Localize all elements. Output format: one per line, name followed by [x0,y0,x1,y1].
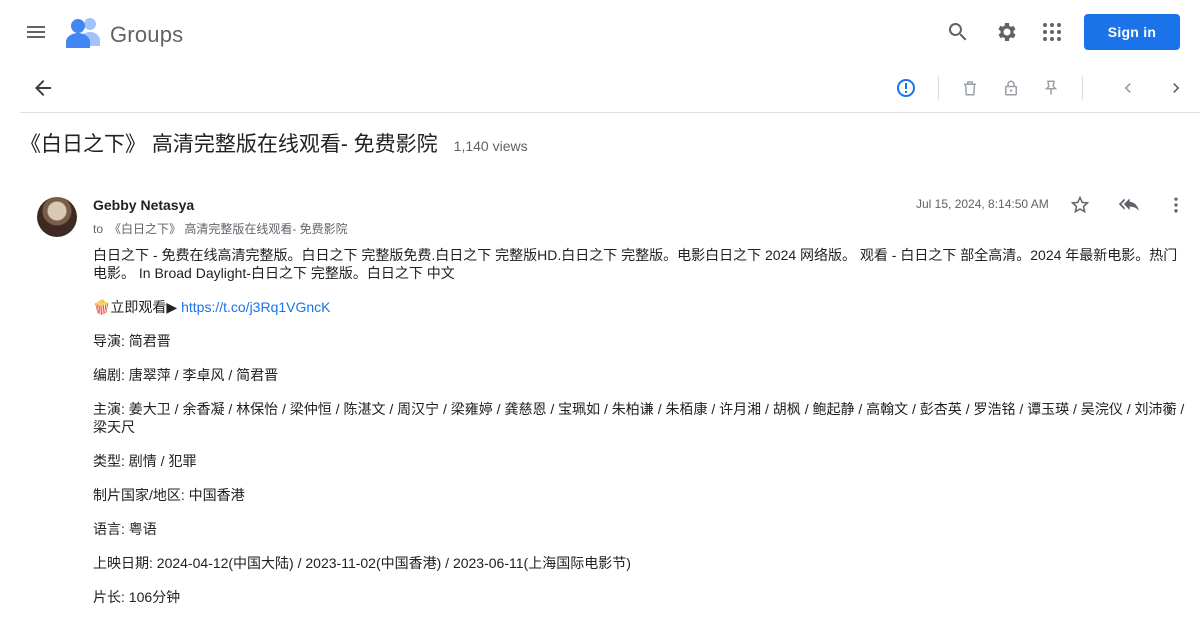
sign-in-button[interactable]: Sign in [1084,14,1180,50]
toolbar-divider [938,76,939,100]
toolbar-divider [1082,76,1083,100]
watch-line: 🍿立即观看▶ https://t.co/j3Rq1VGncK [93,298,1188,316]
recipient-line: to 《白日之下》 高清完整版在线观看- 免费影院 [93,220,348,237]
pin-icon[interactable] [1031,68,1071,108]
thread-title: 《白日之下》 高清完整版在线观看- 免费影院 [20,133,438,156]
watch-link[interactable]: https://t.co/j3Rq1VGncK [181,299,330,315]
writer-line: 编剧: 唐翠萍 / 李卓风 / 简君晋 [93,367,279,383]
app-name: Groups [110,21,184,47]
avatar[interactable] [37,197,77,237]
genre-line: 类型: 剧情 / 犯罪 [93,453,197,469]
lock-icon[interactable] [991,68,1031,108]
country-line: 制片国家/地区: 中国香港 [93,487,245,503]
arrow-back-icon[interactable] [23,68,63,108]
recipient-group: 《白日之下》 高清完整版在线观看- 免费影院 [109,222,348,236]
report-icon[interactable] [886,68,926,108]
chevron-right-icon[interactable] [1156,68,1196,108]
view-count: 1,140 views [453,138,528,154]
delete-icon[interactable] [950,68,990,108]
search-icon[interactable] [938,12,978,52]
groups-logo[interactable]: Groups [66,16,183,53]
groups-logo-icon [66,16,102,53]
director-line: 导演: 简君晋 [93,333,171,349]
chevron-left-icon[interactable] [1108,68,1148,108]
language-line: 语言: 粤语 [93,521,157,537]
author-name[interactable]: Gebby Netasya [93,197,194,213]
watch-prefix: 🍿立即观看▶ [93,299,178,315]
to-label: to [93,222,104,236]
gear-icon[interactable] [986,12,1026,52]
hamburger-menu-icon[interactable] [16,12,56,52]
thread-header: 《白日之下》 高清完整版在线观看- 免费影院 1,140 views [20,128,528,162]
thread-toolbar [20,64,1200,113]
release-line: 上映日期: 2024-04-12(中国大陆) / 2023-11-02(中国香港… [93,555,631,571]
top-app-bar: Groups Sign in [0,0,1200,64]
star-outline-icon[interactable] [1066,191,1094,219]
body-paragraph: 白日之下 - 免费在线高清完整版。白日之下 完整版免费.白日之下 完整版HD.白… [93,247,1178,281]
message-body: 白日之下 - 免费在线高清完整版。白日之下 完整版免费.白日之下 完整版HD.白… [93,246,1188,622]
runtime-line: 片长: 106分钟 [93,589,181,605]
more-vert-icon[interactable] [1162,191,1190,219]
reply-all-icon[interactable] [1112,191,1144,219]
cast-line: 主演: 姜大卫 / 余香凝 / 林保怡 / 梁仲恒 / 陈湛文 / 周汉宁 / … [93,401,1185,435]
message-date: Jul 15, 2024, 8:14:50 AM [916,197,1049,211]
apps-grid-icon[interactable] [1032,12,1072,52]
